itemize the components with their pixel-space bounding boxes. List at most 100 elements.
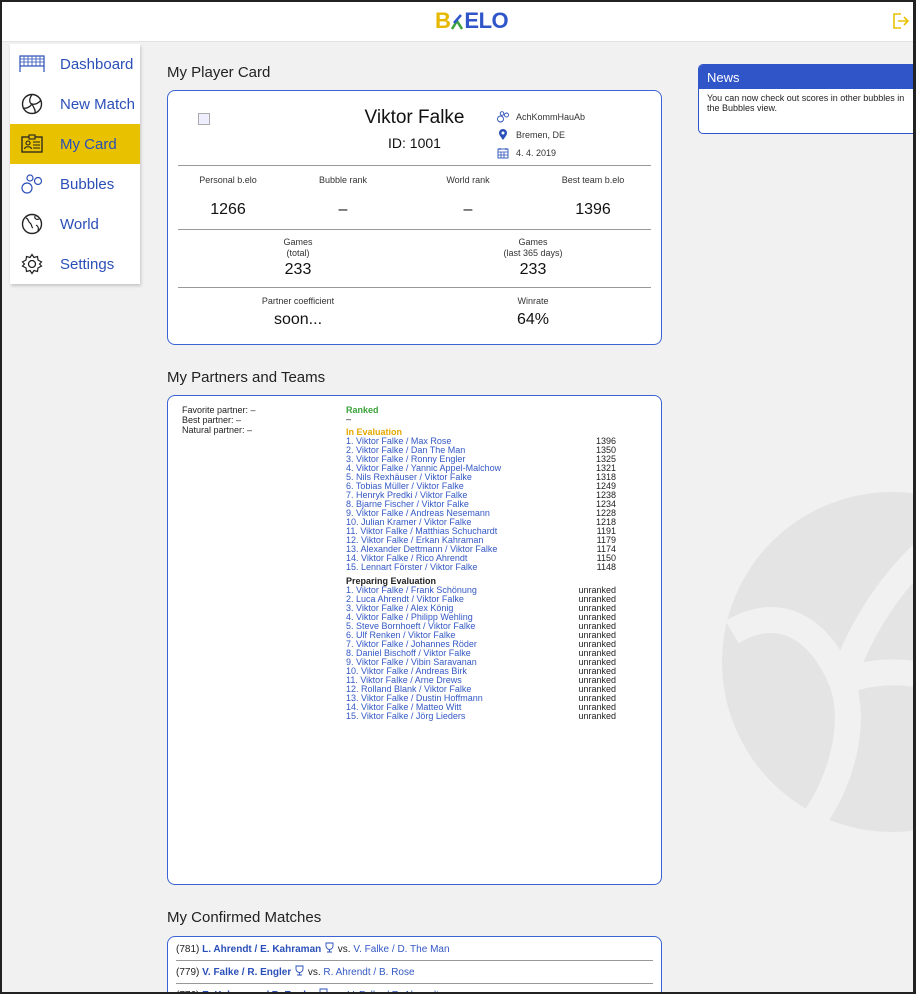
volleyball-icon: [18, 91, 46, 117]
ranked-empty: –: [346, 414, 352, 424]
personal-belo-value: 1266: [210, 201, 246, 218]
divider: [176, 983, 653, 984]
sidebar-item-settings[interactable]: Settings: [10, 244, 140, 284]
world-rank-value: –: [463, 201, 473, 218]
sidebar-item-bubbles[interactable]: Bubbles: [10, 164, 140, 204]
partner-coefficient-label: Partner coefficient: [261, 296, 335, 306]
vs-label: vs.: [337, 944, 351, 955]
vs-label: vs.: [307, 967, 321, 978]
logout-icon[interactable]: [891, 12, 909, 30]
trophy-icon: [325, 942, 334, 953]
best-team-belo-label: Best team b.elo: [561, 175, 625, 185]
games-365-value: 233: [519, 261, 547, 278]
favorite-partner: Favorite partner: –: [182, 405, 256, 415]
games-total-label: Games (total): [283, 237, 313, 258]
natural-partner: Natural partner: –: [182, 425, 253, 435]
divider: [178, 229, 651, 230]
logo-elo: ELO: [464, 8, 509, 33]
loser-team[interactable]: V. Falke / D. The Man: [353, 944, 449, 955]
partner-coefficient-value: soon...: [273, 311, 323, 328]
app-window: B ELO Dashboard New Match My Card Bubble…: [0, 0, 916, 994]
player-card-title: My Player Card: [167, 64, 271, 81]
sidebar-item-label: Bubbles: [60, 175, 115, 193]
sidebar-item-label: Dashboard: [60, 55, 134, 73]
sidebar-item-new-match[interactable]: New Match: [10, 84, 140, 124]
sidebar-item-label: Settings: [60, 255, 115, 273]
match-row[interactable]: (776) E. Kahraman / R. Engler vs. V. Fal…: [176, 988, 439, 992]
matches-card: (781) L. Ahrendt / E. Kahraman vs. V. Fa…: [167, 936, 662, 992]
team-name: AchKommHauAb: [516, 112, 586, 122]
sidebar-item-label: New Match: [60, 95, 136, 113]
sidebar-item-my-card[interactable]: My Card: [10, 124, 140, 164]
top-bar: B ELO: [2, 2, 913, 42]
team-lists: Ranked – In Evaluation 1. Viktor Falke /…: [346, 406, 616, 721]
location-pin-icon: [496, 129, 510, 141]
id-card-icon: [18, 131, 46, 157]
vs-label: vs.: [332, 990, 345, 992]
match-row[interactable]: (779) V. Falke / R. Engler vs. R. Ahrend…: [176, 965, 415, 978]
best-partner: Best partner: –: [182, 415, 242, 425]
matches-title: My Confirmed Matches: [167, 909, 322, 926]
best-team-belo-value: 1396: [575, 201, 611, 218]
partners-title: My Partners and Teams: [167, 369, 326, 386]
world-rank-label: World rank: [446, 175, 490, 185]
preparing-evaluation-list: 1. Viktor Falke / Frank Schönung unranked…: [346, 586, 616, 721]
bubble-rank-value: –: [338, 201, 348, 218]
bubbles-icon: [496, 111, 510, 123]
sidebar-item-dashboard[interactable]: Dashboard: [10, 44, 140, 84]
list-item[interactable]: 15. Lennart Förster / Viktor Falke 1148: [346, 563, 616, 572]
logo-b: B: [435, 8, 451, 33]
list-item[interactable]: 15. Viktor Falke / Jörg Lieders unranked: [346, 712, 616, 721]
calendar-icon: [496, 147, 510, 159]
trophy-icon: [295, 965, 304, 976]
player-id: ID: 1001: [388, 135, 441, 151]
winrate-value: 64%: [516, 311, 550, 328]
player-card: Viktor Falke ID: 1001 AchKommHauAb Breme…: [167, 90, 662, 345]
match-number: (781): [176, 944, 200, 955]
games-total-value: 233: [284, 261, 312, 278]
match-number: (776): [176, 990, 199, 992]
location: Bremen, DE: [516, 130, 566, 140]
loser-team[interactable]: V. Falke / R. Ahrendt: [348, 990, 439, 992]
globe-icon: [18, 211, 46, 237]
bubble-rank-label: Bubble rank: [318, 175, 368, 185]
logo-mark-icon: [451, 14, 464, 30]
divider: [178, 165, 651, 166]
trophy-icon: [319, 988, 328, 992]
player-name: Viktor Falke: [364, 107, 465, 128]
news-panel: News You can now check out scores in oth…: [698, 64, 913, 134]
ranked-heading: Ranked: [346, 405, 379, 415]
net-icon: [18, 51, 46, 77]
winner-team[interactable]: V. Falke / R. Engler: [202, 967, 291, 978]
winrate-label: Winrate: [517, 296, 549, 306]
personal-belo-label: Personal b.elo: [199, 175, 257, 185]
sidebar-item-world[interactable]: World: [10, 204, 140, 244]
team-info: AchKommHauAb: [496, 111, 585, 123]
join-date: 4. 4. 2019: [516, 148, 557, 158]
location-info: Bremen, DE: [496, 129, 565, 141]
date-info: 4. 4. 2019: [496, 147, 556, 159]
news-body: You can now check out scores in other bu…: [707, 93, 905, 113]
divider: [176, 960, 653, 961]
in-evaluation-list: 1. Viktor Falke / Max Rose 1396 2. Viktor …: [346, 437, 616, 572]
loser-team[interactable]: R. Ahrendt / B. Rose: [323, 967, 414, 978]
team-name-link[interactable]: 15. Viktor Falke / Jörg Lieders: [346, 712, 465, 721]
sidebar-item-label: World: [60, 215, 99, 233]
match-row[interactable]: (781) L. Ahrendt / E. Kahraman vs. V. Fa…: [176, 942, 450, 955]
team-name-link[interactable]: 15. Lennart Förster / Viktor Falke: [346, 563, 477, 572]
winner-team[interactable]: L. Ahrendt / E. Kahraman: [202, 944, 321, 955]
match-number: (779): [176, 967, 200, 978]
gear-icon: [18, 251, 46, 277]
bubbles-icon: [18, 171, 46, 197]
partner-summary: Favorite partner: – Best partner: – Natu…: [182, 405, 256, 435]
volleyball-watermark-icon: [722, 492, 913, 832]
partners-card: Favorite partner: – Best partner: – Natu…: [167, 395, 662, 885]
games-365-label: Games (last 365 days): [503, 237, 563, 258]
belo-logo[interactable]: B ELO: [435, 7, 509, 35]
sidebar-item-label: My Card: [60, 135, 117, 153]
team-score: unranked: [578, 711, 616, 721]
team-score: 1148: [596, 562, 616, 572]
divider: [178, 287, 651, 288]
winner-team[interactable]: E. Kahraman / R. Engler: [202, 990, 315, 992]
news-title: News: [699, 65, 913, 89]
